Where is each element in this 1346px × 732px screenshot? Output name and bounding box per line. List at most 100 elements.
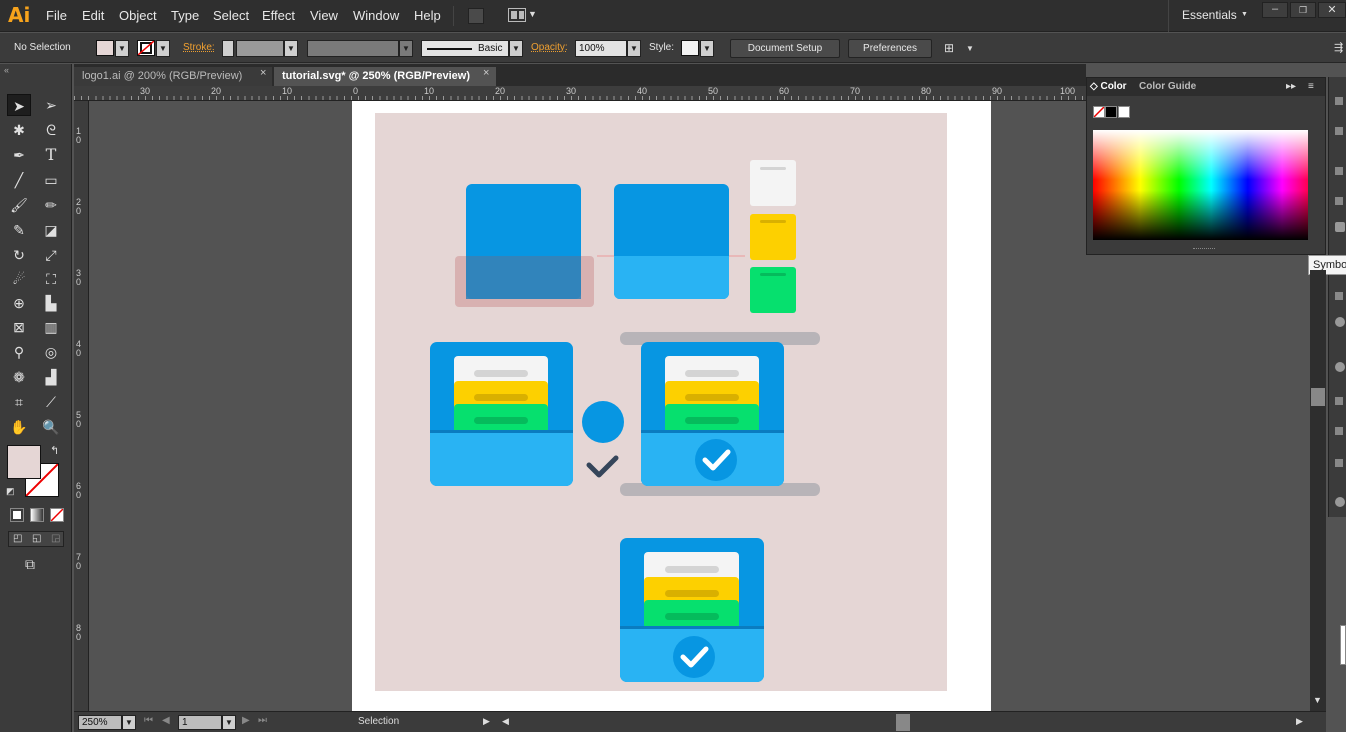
gradient-icon[interactable]: ▥ <box>39 316 63 338</box>
draw-behind-icon[interactable]: ◱ <box>32 533 41 544</box>
blob-brush-icon[interactable]: ✎ <box>7 219 31 241</box>
chevron-down-icon[interactable]: ▼ <box>1241 11 1248 18</box>
draw-mode-buttons[interactable]: ◰ ◱ ◲ <box>8 531 64 547</box>
zoom-dropdown[interactable]: ▼ <box>122 715 136 730</box>
blue-circle[interactable] <box>582 401 624 443</box>
mesh-icon[interactable]: ⊠ <box>7 316 31 338</box>
status-menu-icon[interactable]: ▶ <box>483 716 490 727</box>
fill-dropdown[interactable]: ▼ <box>115 40 129 57</box>
square-overlap[interactable] <box>466 256 581 299</box>
shape-builder-icon[interactable]: ⊕ <box>7 292 31 314</box>
panel-icon[interactable] <box>1335 497 1345 507</box>
zoom-field[interactable]: 250% <box>78 715 122 730</box>
fill-swatch[interactable] <box>96 40 114 56</box>
style-dropdown[interactable]: ▼ <box>700 40 714 57</box>
artboard-number-field[interactable]: 1 <box>178 715 222 730</box>
menu-effect[interactable]: Effect <box>262 8 295 23</box>
close-tab-icon[interactable]: × <box>260 67 266 79</box>
document-setup-button[interactable]: Document Setup <box>730 39 840 58</box>
artboard-icon[interactable]: ⌗ <box>7 391 31 413</box>
artwork-canvas[interactable] <box>375 113 947 691</box>
eyedropper-icon[interactable]: ⚲ <box>7 341 31 363</box>
zoom-icon[interactable]: 🔍 <box>39 416 63 438</box>
symbol-sprayer-icon[interactable]: ❁ <box>7 366 31 388</box>
scroll-down-icon[interactable]: ▼ <box>1313 695 1322 705</box>
scroll-right-icon[interactable]: ▶ <box>1296 716 1303 727</box>
line-icon[interactable]: ╱ <box>7 169 31 191</box>
black-swatch[interactable] <box>1105 106 1117 118</box>
warp-icon[interactable]: ☄ <box>7 268 31 290</box>
tab-color-guide[interactable]: Color Guide <box>1139 81 1196 92</box>
workspace-switcher[interactable]: Essentials <box>1182 8 1237 22</box>
brush-dropdown[interactable]: ▼ <box>509 40 523 57</box>
panel-icon[interactable] <box>1335 127 1343 135</box>
panel-resize-grip[interactable] <box>1193 248 1215 251</box>
tab-color[interactable]: ◇ Color <box>1090 81 1127 92</box>
panel-icon[interactable] <box>1335 292 1343 300</box>
collapse-panel-icon[interactable]: « <box>4 65 9 75</box>
blend-icon[interactable]: ◎ <box>39 341 63 363</box>
panel-icon[interactable] <box>1335 317 1345 327</box>
panel-menu-icon[interactable]: ⇶ <box>1334 41 1343 54</box>
white-card[interactable] <box>750 160 796 206</box>
vertical-ruler[interactable]: 1 0 2 0 3 0 4 0 5 0 6 0 7 0 8 0 <box>74 101 89 711</box>
close-window-button[interactable]: ✕ <box>1318 2 1346 18</box>
panel-icon[interactable] <box>1335 97 1343 105</box>
menu-edit[interactable]: Edit <box>82 8 104 23</box>
profile-dropdown[interactable]: ▼ <box>399 40 413 57</box>
selection-tool-icon[interactable]: ➤ <box>7 94 31 116</box>
preferences-button[interactable]: Preferences <box>848 39 932 58</box>
vertical-scrollbar[interactable]: ▼ <box>1310 270 1326 711</box>
stroke-weight-stepper[interactable] <box>222 40 234 57</box>
pen-icon[interactable]: ✒ <box>7 144 31 166</box>
artboard-dropdown[interactable]: ▼ <box>222 715 236 730</box>
opacity-dropdown[interactable]: ▼ <box>627 40 641 57</box>
panel-icon[interactable] <box>1335 362 1345 372</box>
card-box-b[interactable] <box>641 342 784 486</box>
restore-button[interactable]: ❐ <box>1290 2 1316 18</box>
stroke-weight-field[interactable] <box>236 40 284 57</box>
panel-icon[interactable] <box>1335 167 1343 175</box>
graph-icon[interactable]: ▟ <box>39 366 63 388</box>
scale-icon[interactable]: ⤢ <box>39 244 63 266</box>
card-box-a[interactable] <box>430 342 573 486</box>
draw-inside-icon[interactable]: ◲ <box>51 533 60 544</box>
direct-selection-tool-icon[interactable]: ➢ <box>39 94 63 116</box>
tab-tutorial[interactable]: tutorial.svg* @ 250% (RGB/Preview) <box>274 67 496 86</box>
none-mode-button[interactable] <box>50 508 64 522</box>
scroll-thumb[interactable] <box>1311 388 1325 406</box>
default-colors-icon[interactable]: ◩ <box>6 486 15 497</box>
stroke-label[interactable]: Stroke: <box>183 42 215 53</box>
stroke-weight-dropdown[interactable]: ▼ <box>284 40 298 57</box>
panel-icon[interactable] <box>1335 397 1343 405</box>
menu-type[interactable]: Type <box>171 8 199 23</box>
horizontal-ruler[interactable]: 30 20 10 0 10 20 30 40 50 60 70 80 90 10… <box>74 86 1086 101</box>
panel-menu-icon[interactable]: ≡ <box>1308 81 1314 92</box>
graphic-style-swatch[interactable] <box>681 40 699 56</box>
draw-normal-icon[interactable]: ◰ <box>13 533 22 544</box>
lasso-icon[interactable]: ᘓ <box>39 119 63 141</box>
arrange-icon[interactable]: ⊞ <box>944 41 954 55</box>
next-artboard-icon[interactable]: ▶ <box>242 715 250 726</box>
arrange-documents-icon[interactable] <box>508 8 526 22</box>
square-bottom-half[interactable] <box>614 256 729 299</box>
opacity-label[interactable]: Opacity: <box>531 42 568 53</box>
rotate-icon[interactable]: ↻ <box>7 244 31 266</box>
brush-definition[interactable]: Basic <box>421 40 509 57</box>
menu-object[interactable]: Object <box>119 8 157 23</box>
stroke-dropdown[interactable]: ▼ <box>156 40 170 57</box>
menu-help[interactable]: Help <box>414 8 441 23</box>
gradient-mode-button[interactable] <box>30 508 44 522</box>
minimize-button[interactable]: – <box>1262 2 1288 18</box>
checkmark-icon[interactable] <box>586 455 619 478</box>
prev-artboard-icon[interactable]: ◀ <box>162 715 170 726</box>
stroke-swatch[interactable] <box>137 40 155 56</box>
hscroll-thumb[interactable] <box>896 714 910 731</box>
none-swatch[interactable] <box>1093 106 1105 118</box>
color-spectrum[interactable] <box>1093 130 1308 240</box>
paintbrush-icon[interactable]: 🖌 <box>7 194 31 216</box>
close-tab-icon[interactable]: × <box>483 67 489 79</box>
variable-width-profile[interactable] <box>307 40 399 57</box>
panel-collapse-icon[interactable]: ▸▸ <box>1286 81 1296 92</box>
menu-file[interactable]: File <box>46 8 67 23</box>
